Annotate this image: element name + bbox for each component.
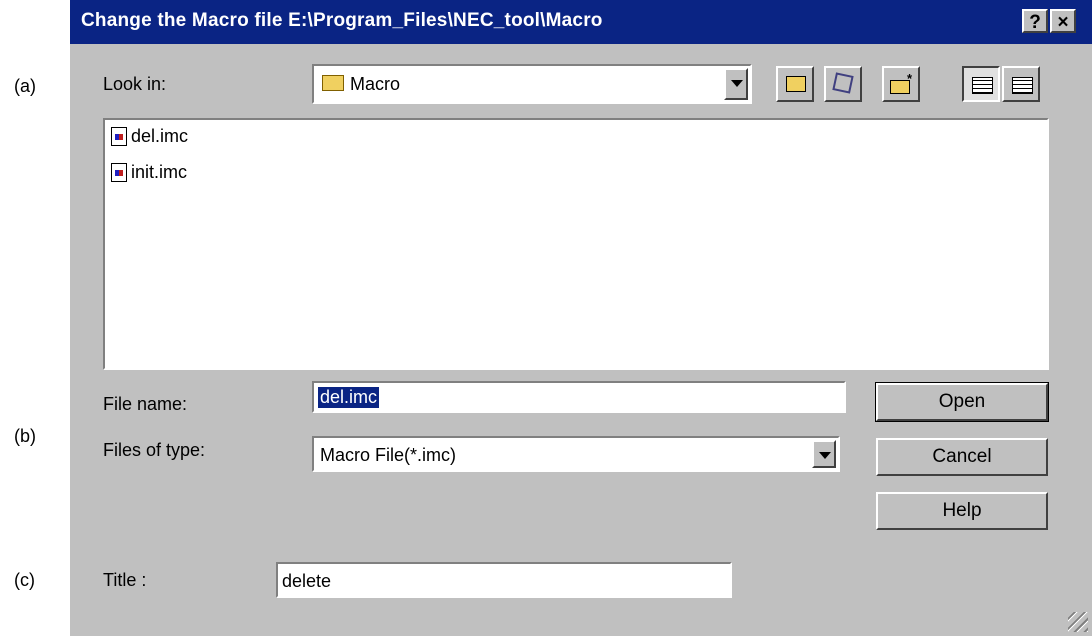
title-value: delete bbox=[282, 571, 332, 591]
title-bar: Change the Macro file E:\Program_Files\N… bbox=[70, 0, 1092, 44]
callout-a: (a) bbox=[14, 76, 36, 96]
new-folder-icon[interactable]: * bbox=[882, 66, 920, 102]
file-list[interactable]: del.imc init.imc bbox=[103, 118, 1049, 370]
callout-b: (b) bbox=[14, 426, 36, 446]
files-of-type-combo[interactable]: Macro File(*.imc) bbox=[312, 436, 840, 472]
title-input[interactable]: delete bbox=[276, 562, 732, 598]
look-in-dropdown-button[interactable] bbox=[724, 68, 748, 100]
file-name-input[interactable]: del.imc bbox=[312, 381, 846, 413]
callout-c: (c) bbox=[14, 570, 35, 590]
close-icon[interactable]: × bbox=[1050, 9, 1076, 33]
macro-file-icon bbox=[111, 163, 127, 182]
macro-file-icon bbox=[111, 127, 127, 146]
look-in-value: Macro bbox=[350, 74, 401, 94]
help-button[interactable]: Help bbox=[876, 492, 1048, 530]
list-view-icon[interactable] bbox=[962, 66, 1000, 102]
open-button[interactable]: Open bbox=[875, 382, 1049, 422]
look-in-label: Look in: bbox=[103, 74, 167, 94]
list-item[interactable]: del.imc bbox=[111, 126, 188, 147]
cancel-button[interactable]: Cancel bbox=[876, 438, 1048, 476]
file-name: init.imc bbox=[131, 162, 188, 182]
details-view-icon[interactable] bbox=[1002, 66, 1040, 102]
desktop-icon[interactable] bbox=[824, 66, 862, 102]
folder-icon bbox=[322, 75, 344, 91]
file-name-label: File name: bbox=[103, 394, 188, 414]
file-name-value: del.imc bbox=[318, 387, 380, 408]
up-one-level-icon[interactable] bbox=[776, 66, 814, 102]
file-name: del.imc bbox=[131, 126, 189, 146]
size-grip[interactable] bbox=[1068, 612, 1088, 632]
dialog-title: Change the Macro file E:\Program_Files\N… bbox=[81, 10, 603, 31]
look-in-combo[interactable]: Macro bbox=[312, 64, 752, 104]
change-macro-dialog: Change the Macro file E:\Program_Files\N… bbox=[70, 0, 1092, 636]
files-of-type-dropdown-button[interactable] bbox=[812, 440, 836, 468]
files-of-type-label: Files of type: bbox=[103, 440, 206, 460]
files-of-type-value: Macro File(*.imc) bbox=[320, 445, 457, 465]
title-label: Title : bbox=[103, 570, 147, 590]
help-caption-button[interactable]: ? bbox=[1022, 9, 1048, 33]
list-item[interactable]: init.imc bbox=[111, 162, 187, 183]
